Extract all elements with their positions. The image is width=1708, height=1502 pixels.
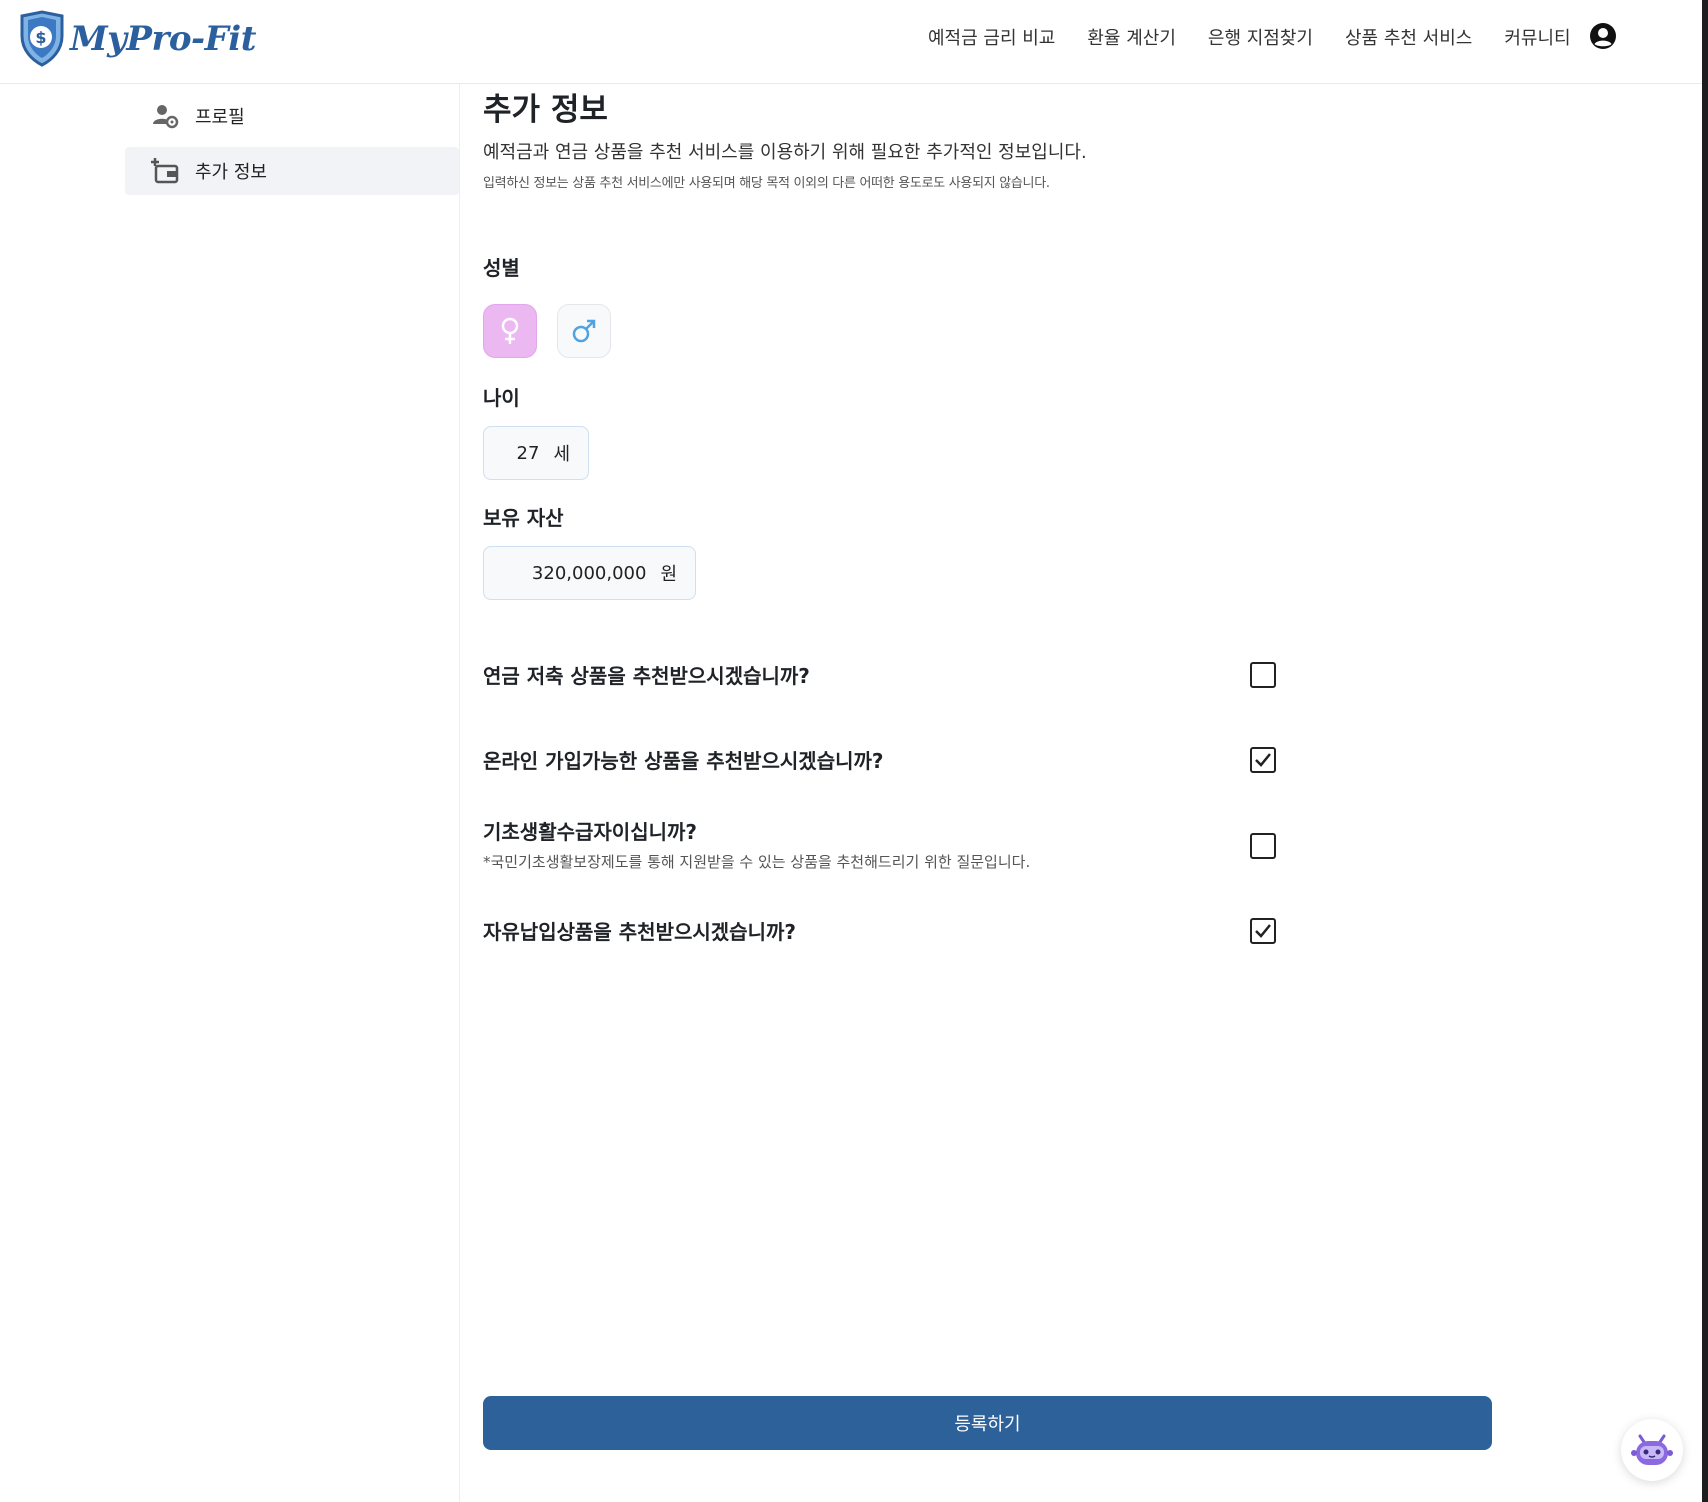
nav-bank-branch[interactable]: 은행 지점찾기: [1208, 24, 1313, 50]
female-symbol-icon: [501, 317, 519, 344]
page-description: 예적금과 연금 상품을 추천 서비스를 이용하기 위해 필요한 추가적인 정보입…: [483, 142, 1087, 163]
nav-community[interactable]: 커뮤니티: [1504, 24, 1570, 50]
age-label: 나이: [483, 386, 520, 410]
chatbot-button[interactable]: [1621, 1419, 1683, 1481]
question-free-deposit: 자유납입상품을 추천받으시겠습니까?: [483, 920, 796, 944]
age-value: 27: [516, 442, 540, 464]
nav-product-recommend[interactable]: 상품 추천 서비스: [1345, 24, 1472, 50]
gender-female-button[interactable]: [483, 304, 537, 358]
nav-exchange-calculator[interactable]: 환율 계산기: [1087, 24, 1176, 50]
asset-value: 320,000,000: [531, 562, 647, 584]
robot-chat-icon: [1631, 1434, 1673, 1465]
user-gear-icon: [153, 105, 179, 129]
question-online: 온라인 가입가능한 상품을 추천받으시겠습니까?: [483, 749, 884, 773]
asset-label: 보유 자산: [483, 506, 564, 530]
sidebar: 프로필 추가 정보: [0, 84, 460, 1502]
sidebar-item-label: 추가 정보: [195, 162, 267, 183]
sidebar-item-profile[interactable]: 프로필: [125, 92, 459, 140]
online-checkbox[interactable]: [1250, 747, 1276, 773]
gender-label: 성별: [483, 256, 520, 280]
page-title: 추가 정보: [483, 92, 608, 128]
question-pension: 연금 저축 상품을 추천받으시겠습니까?: [483, 664, 810, 688]
main-nav: 예적금 금리 비교 환율 계산기 은행 지점찾기 상품 추천 서비스 커뮤니티: [928, 24, 1603, 50]
check-icon: [1255, 753, 1271, 767]
privacy-note: 입력하신 정보는 상품 추천 서비스에만 사용되며 해당 목적 이외의 다른 어…: [483, 176, 1050, 191]
shield-dollar-icon: $: [20, 10, 64, 67]
window-edge: [1702, 0, 1708, 1502]
asset-unit: 원: [660, 564, 677, 585]
age-input[interactable]: 27 세: [483, 426, 589, 480]
asset-input[interactable]: 320,000,000 원: [483, 546, 696, 600]
svg-text:$: $: [35, 28, 46, 47]
question-basic-livelihood: 기초생활수급자이십니까?: [483, 820, 698, 844]
pension-checkbox[interactable]: [1250, 662, 1276, 688]
check-icon: [1255, 924, 1271, 938]
male-symbol-icon: [572, 319, 596, 343]
free-deposit-checkbox[interactable]: [1250, 918, 1276, 944]
gender-male-button[interactable]: [557, 304, 611, 358]
sidebar-item-additional-info[interactable]: 추가 정보: [125, 147, 459, 195]
top-header: $ MyPro-Fit 예적금 금리 비교 환율 계산기 은행 지점찾기 상품 …: [0, 0, 1702, 84]
basic-livelihood-checkbox[interactable]: [1250, 833, 1276, 859]
nav-deposit-rate[interactable]: 예적금 금리 비교: [928, 24, 1055, 50]
age-unit: 세: [553, 444, 570, 465]
submit-button[interactable]: 등록하기: [483, 1396, 1492, 1450]
basic-livelihood-note: *국민기초생활보장제도를 통해 지원받을 수 있는 상품을 추천해드리기 위한 …: [483, 853, 1031, 871]
wallet-add-icon: [151, 158, 179, 184]
logo-text: MyPro-Fit: [70, 19, 256, 59]
sidebar-item-label: 프로필: [195, 107, 245, 128]
user-circle-icon[interactable]: [1589, 22, 1617, 50]
logo[interactable]: $ MyPro-Fit: [12, 10, 256, 68]
